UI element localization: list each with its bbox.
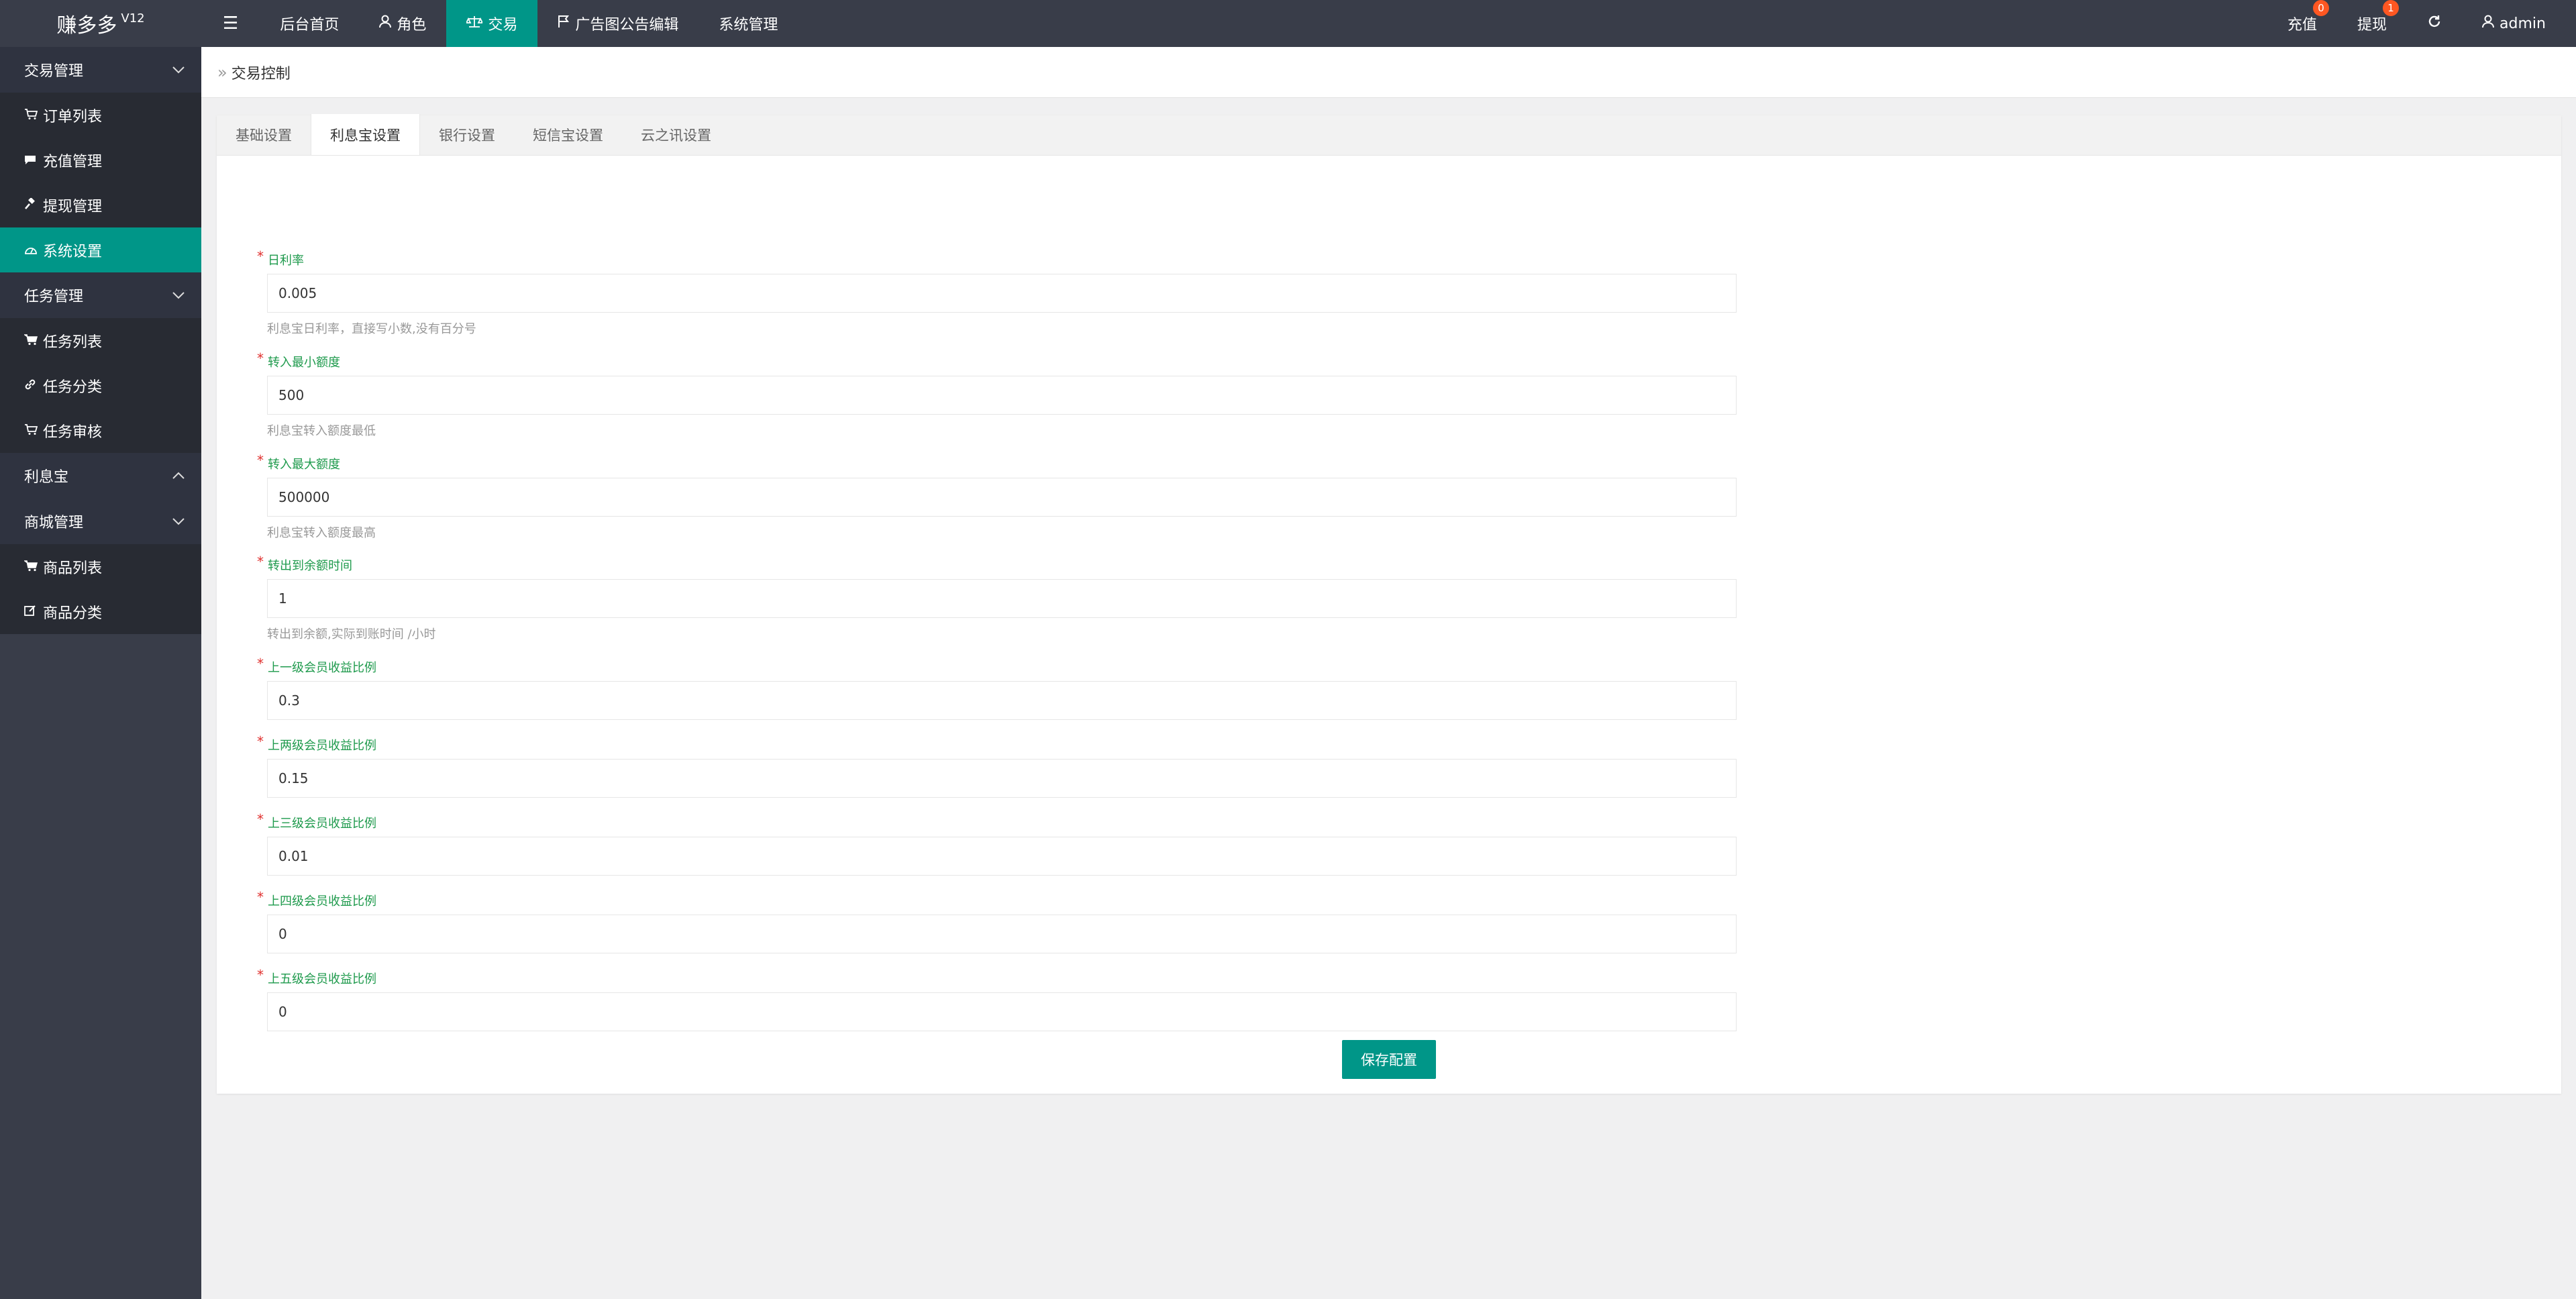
withdraw-badge: 1 [2383, 0, 2399, 16]
required-mark: * [257, 248, 264, 264]
withdraw-link[interactable]: 提现 1 [2337, 0, 2407, 47]
link-icon [24, 378, 43, 394]
sidebar-group-mall[interactable]: 商城管理 [0, 499, 201, 544]
withdraw-time-hint: 转出到余额,实际到账时间 /小时 [267, 627, 436, 641]
top-bar: 赚多多 V12 ☰ 后台首页 角色 交易 广告图公告编辑 系统管理 充值 0 提… [0, 0, 2576, 47]
withdraw-time-input[interactable] [267, 579, 1737, 618]
required-mark: * [257, 733, 264, 749]
nav-system[interactable]: 系统管理 [699, 0, 798, 47]
min-deposit-hint: 利息宝转入额度最低 [267, 424, 376, 438]
gavel-icon [24, 197, 43, 213]
recharge-badge: 0 [2312, 0, 2329, 16]
required-mark: * [257, 967, 264, 983]
sidebar-item-system-settings[interactable]: 系统设置 [0, 227, 201, 272]
user-icon [379, 15, 392, 32]
save-config-button[interactable]: 保存配置 [1342, 1040, 1436, 1079]
user-menu[interactable]: admin [2462, 0, 2576, 47]
double-chevron-right-icon: » [217, 62, 227, 82]
sidebar-group-interest[interactable]: 利息宝 [0, 453, 201, 499]
required-mark: * [257, 656, 264, 672]
daily-rate-input[interactable] [267, 274, 1737, 313]
sidebar-item-orders[interactable]: 订单列表 [0, 93, 201, 138]
app-title: 赚多多 [56, 14, 117, 38]
sidebar-item-goods-list[interactable]: 商品列表 [0, 544, 201, 589]
field-daily-rate: *日利率 利息宝日利率，直接写小数,没有百分号 [257, 248, 1737, 337]
settings-card: 基础设置 利息宝设置 银行设置 短信宝设置 云之讯设置 *日利率 利息宝日利率，… [217, 114, 2561, 1094]
app-logo: 赚多多 V12 [0, 0, 201, 47]
top-nav: ☰ 后台首页 角色 交易 广告图公告编辑 系统管理 [201, 0, 798, 47]
flag-icon [558, 15, 570, 32]
max-deposit-input[interactable] [267, 478, 1737, 517]
sidebar-group-trade[interactable]: 交易管理 [0, 47, 201, 93]
field-level4-ratio: * 上四级会员收益比例 [257, 889, 1737, 953]
level2-ratio-input[interactable] [267, 759, 1737, 798]
level3-ratio-input[interactable] [267, 837, 1737, 876]
refresh-button[interactable] [2407, 0, 2462, 47]
nav-home[interactable]: 后台首页 [260, 0, 359, 47]
breadcrumb-current: 交易控制 [231, 65, 291, 83]
shopping-cart-icon [23, 333, 43, 349]
sidebar: 交易管理 订单列表 充值管理 提现管理 系统设置 任务管理 任务列表 任务分类 … [0, 47, 201, 1299]
edit-icon [24, 604, 43, 620]
field-max-deposit: *转入最大额度 利息宝转入额度最高 [257, 452, 1737, 541]
level5-ratio-input[interactable] [267, 992, 1737, 1031]
menu-toggle-button[interactable]: ☰ [201, 0, 260, 47]
required-mark: * [257, 811, 264, 827]
top-right-nav: 充值 0 提现 1 admin [2267, 0, 2576, 47]
chevron-down-icon [172, 63, 185, 77]
min-deposit-input[interactable] [267, 376, 1737, 415]
sidebar-item-task-list[interactable]: 任务列表 [0, 318, 201, 363]
chevron-down-icon [172, 289, 185, 303]
sidebar-item-task-category[interactable]: 任务分类 [0, 363, 201, 408]
breadcrumb: » 交易控制 [201, 47, 2576, 98]
field-min-deposit: *转入最小额度 利息宝转入额度最低 [257, 350, 1737, 439]
required-mark: * [257, 452, 264, 468]
sidebar-item-task-review[interactable]: 任务审核 [0, 408, 201, 453]
settings-tabs: 基础设置 利息宝设置 银行设置 短信宝设置 云之讯设置 [217, 114, 2561, 156]
cart-icon [24, 423, 43, 439]
sidebar-item-withdraw[interactable]: 提现管理 [0, 183, 201, 227]
tab-sms-settings[interactable]: 短信宝设置 [514, 115, 622, 155]
recharge-link[interactable]: 充值 0 [2267, 0, 2337, 47]
scale-icon [465, 15, 484, 32]
required-mark: * [257, 554, 264, 570]
field-level2-ratio: * 上两级会员收益比例 [257, 733, 1737, 798]
hamburger-icon: ☰ [223, 13, 239, 34]
refresh-icon [2427, 14, 2442, 33]
field-withdraw-time: *转出到余额时间 转出到余额,实际到账时间 /小时 [257, 554, 1737, 642]
chevron-up-icon [172, 469, 185, 483]
tab-yunzhixun-settings[interactable]: 云之讯设置 [622, 115, 730, 155]
max-deposit-hint: 利息宝转入额度最高 [267, 526, 376, 540]
sidebar-item-goods-category[interactable]: 商品分类 [0, 589, 201, 634]
sidebar-group-task[interactable]: 任务管理 [0, 272, 201, 318]
tab-bank-settings[interactable]: 银行设置 [420, 115, 514, 155]
comment-icon [24, 152, 43, 168]
user-icon [2482, 15, 2494, 32]
tab-basic-settings[interactable]: 基础设置 [217, 115, 311, 155]
tab-interest-settings[interactable]: 利息宝设置 [311, 114, 420, 155]
shopping-cart-icon [23, 559, 43, 575]
chevron-down-icon [172, 515, 185, 529]
nav-ad-notice[interactable]: 广告图公告编辑 [537, 0, 699, 47]
cart-icon [24, 107, 43, 123]
level4-ratio-input[interactable] [267, 915, 1737, 953]
nav-role[interactable]: 角色 [359, 0, 446, 47]
daily-rate-hint: 利息宝日利率，直接写小数,没有百分号 [267, 322, 476, 336]
username: admin [2500, 15, 2546, 32]
required-mark: * [257, 350, 264, 366]
dashboard-icon [24, 242, 43, 258]
sidebar-item-recharge[interactable]: 充值管理 [0, 138, 201, 183]
required-mark: * [257, 889, 264, 905]
field-level3-ratio: * 上三级会员收益比例 [257, 811, 1737, 876]
field-level5-ratio: * 上五级会员收益比例 [257, 967, 1737, 1031]
app-version: V12 [121, 11, 145, 25]
field-level1-ratio: * 上一级会员收益比例 [257, 656, 1737, 720]
nav-trade[interactable]: 交易 [446, 0, 538, 47]
level1-ratio-input[interactable] [267, 681, 1737, 720]
